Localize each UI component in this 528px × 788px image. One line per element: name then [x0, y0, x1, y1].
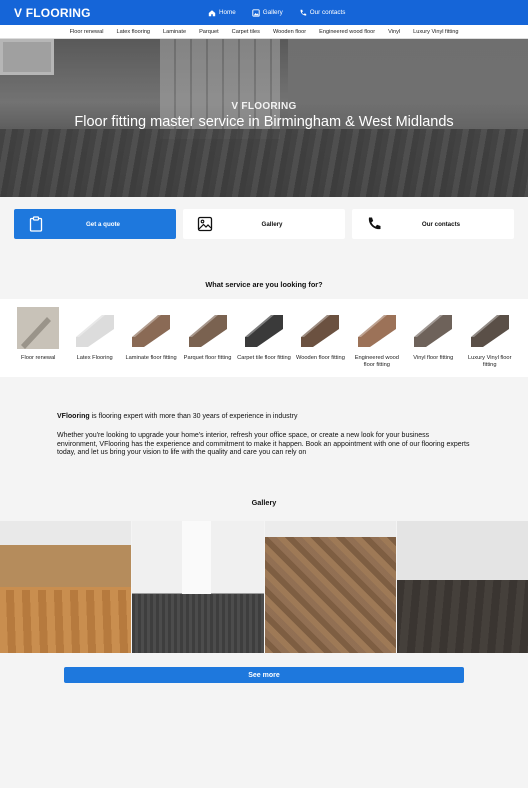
- service-card[interactable]: Latex Flooring: [66, 307, 122, 377]
- service-label: Latex Flooring: [76, 355, 113, 361]
- service-thumbnail: [132, 315, 171, 347]
- about-line: is flooring expert with more than 30 yea…: [89, 413, 298, 420]
- service-thumbnail: [414, 315, 453, 347]
- main-nav: Home Gallery Our contacts: [208, 8, 346, 17]
- service-thumbnail: [188, 315, 227, 347]
- get-quote-button[interactable]: Get a quote: [14, 209, 176, 239]
- service-card[interactable]: Parquet floor fitting: [179, 307, 235, 377]
- nav-home-label: Home: [219, 9, 236, 16]
- nav-contacts[interactable]: Our contacts: [299, 9, 346, 17]
- image-icon: [252, 8, 260, 17]
- service-thumbnail: [17, 307, 60, 349]
- service-thumbnail: [301, 315, 340, 347]
- phone-icon: [300, 9, 306, 16]
- category-luxury-vinyl[interactable]: Luxury Vinyl fitting: [407, 29, 465, 35]
- category-engineered-wood[interactable]: Engineered wood floor: [313, 29, 382, 35]
- category-wooden-floor[interactable]: Wooden floor: [266, 29, 312, 35]
- contacts-button[interactable]: Our contacts: [352, 209, 514, 239]
- hero-text: V FLOORING Floor fitting master service …: [0, 101, 528, 130]
- gallery-grid: [0, 521, 528, 653]
- about-intro: VFlooring is flooring expert with more t…: [57, 413, 471, 422]
- service-card[interactable]: Engineered wood floor fitting: [349, 307, 405, 377]
- service-card[interactable]: Laminate floor fitting: [123, 307, 179, 377]
- service-label: Wooden floor fitting: [295, 355, 345, 361]
- about-brand: VFlooring: [57, 413, 90, 420]
- services-row: Floor renewal Latex Flooring Laminate floo…: [0, 299, 528, 377]
- phone-icon: [368, 217, 381, 230]
- service-thumbnail: [357, 315, 396, 347]
- category-laminate[interactable]: Laminate: [157, 29, 193, 35]
- nav-home[interactable]: Home: [208, 9, 236, 17]
- hero-banner: V FLOORING Floor fitting master service …: [0, 39, 528, 197]
- about-section: VFlooring is flooring expert with more t…: [0, 377, 528, 458]
- hero-subtitle: V FLOORING: [231, 101, 297, 112]
- service-card[interactable]: Floor renewal: [10, 307, 66, 377]
- nav-contacts-label: Our contacts: [309, 9, 346, 16]
- about-paragraph: Whether you're looking to upgrade your h…: [57, 431, 470, 457]
- service-card[interactable]: Luxury Vinyl floor fitting: [462, 307, 518, 377]
- top-bar: V FLOORING Home Gallery Our contacts: [0, 0, 528, 25]
- nav-gallery[interactable]: Gallery: [252, 8, 283, 17]
- category-parquet[interactable]: Parquet: [193, 29, 226, 35]
- gallery-image[interactable]: [0, 521, 132, 653]
- service-card[interactable]: Carpet tile floor fitting: [236, 307, 292, 377]
- gallery-image[interactable]: [264, 521, 396, 653]
- category-carpet-tiles[interactable]: Carpet tiles: [225, 29, 266, 35]
- gallery-image[interactable]: [396, 521, 528, 653]
- service-label: Vinyl floor fitting: [413, 355, 454, 361]
- service-label: Engineered wood floor fitting: [354, 355, 399, 368]
- service-label: Luxury Vinyl floor fitting: [467, 355, 512, 368]
- gallery-heading: Gallery: [251, 498, 277, 507]
- service-label: Laminate floor fitting: [125, 355, 177, 361]
- image-icon: [197, 216, 213, 232]
- service-label: Carpet tile floor fitting: [237, 355, 291, 361]
- category-vinyl[interactable]: Vinyl: [382, 29, 407, 35]
- home-icon: [208, 9, 216, 16]
- get-quote-label: Get a quote: [85, 220, 121, 228]
- see-more-button[interactable]: See more: [64, 667, 464, 683]
- service-thumbnail: [244, 315, 283, 347]
- gallery-button[interactable]: Gallery: [183, 209, 345, 239]
- service-label: Parquet floor fitting: [183, 355, 232, 361]
- service-thumbnail: [75, 315, 114, 347]
- contacts-label: Our contacts: [421, 220, 461, 228]
- clipboard-icon: [29, 216, 43, 232]
- category-latex-flooring[interactable]: Latex flooring: [110, 29, 157, 35]
- nav-gallery-label: Gallery: [262, 9, 283, 16]
- category-nav: Floor renewal Latex flooring Laminate Pa…: [0, 25, 528, 39]
- services-heading: What service are you looking for?: [205, 280, 323, 289]
- service-card[interactable]: Vinyl floor fitting: [405, 307, 461, 377]
- category-floor-renewal[interactable]: Floor renewal: [63, 29, 110, 35]
- logo[interactable]: V FLOORING: [14, 6, 164, 20]
- service-thumbnail: [470, 315, 509, 347]
- action-cards: Get a quote Gallery Our contacts: [0, 197, 528, 239]
- gallery-label: Gallery: [261, 220, 283, 228]
- service-label: Floor renewal: [20, 355, 56, 361]
- gallery-image[interactable]: [132, 521, 264, 653]
- service-card[interactable]: Wooden floor fitting: [292, 307, 348, 377]
- hero-title: Floor fitting master service in Birmingh…: [74, 114, 454, 130]
